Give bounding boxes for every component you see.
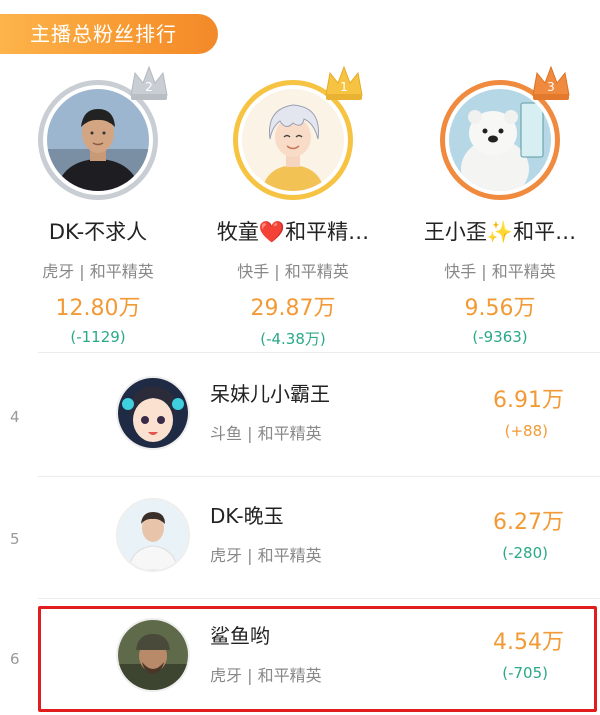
streamer-name: DK-晚玉 [210, 504, 284, 528]
streamer-platform: 虎牙 | 和平精英 [42, 262, 154, 281]
crown-rank-label: 2 [145, 80, 153, 94]
fans-change: (-280) [502, 544, 548, 562]
crown-rank-label: 3 [547, 80, 555, 94]
streamer-name: 牧童❤️和平精… [216, 220, 370, 244]
divider [38, 476, 600, 477]
fans-count: 9.56万 [464, 296, 536, 321]
avatar[interactable]: 3 [440, 65, 570, 200]
streamer-platform: 快手 | 和平精英 [237, 262, 349, 281]
fans-change: (-1129) [70, 328, 126, 346]
avatar[interactable]: 2 [38, 65, 168, 200]
avatar-anime-white-hair-icon [242, 89, 344, 191]
divider [38, 598, 600, 599]
silver-crown-icon: 2 [130, 65, 168, 100]
streamer-platform: 斗鱼 | 和平精英 [210, 424, 322, 443]
avatar-cartoon-girl-icon[interactable] [116, 376, 190, 450]
streamer-name: 呆妹儿小霸王 [210, 382, 330, 406]
fans-count: 6.27万 [493, 510, 564, 535]
ranking-title-tab: 主播总粉丝排行 [0, 14, 218, 54]
bronze-crown-icon: 3 [532, 65, 570, 100]
streamer-platform: 虎牙 | 和平精英 [210, 546, 322, 565]
streamer-name: DK-不求人 [48, 220, 148, 244]
avatar[interactable]: 1 [233, 65, 363, 200]
list-item[interactable]: 5 DK-晚玉 虎牙 | 和平精英 6.27万 (-280) [0, 480, 600, 598]
rank-number: 4 [10, 408, 20, 426]
fans-count: 12.80万 [55, 296, 141, 321]
fans-change: (-9363) [472, 328, 528, 346]
top-streamer-card-rank-3[interactable]: 3 王小歪✨和平… 快手 | 和平精英 9.56万 (-9363) [400, 65, 600, 346]
fans-count: 29.87万 [250, 296, 336, 321]
top3-podium: 2 DK-不求人 虎牙 | 和平精英 12.80万 (-1129) 1 牧童❤️… [0, 65, 600, 348]
highlight-box [38, 606, 597, 712]
avatar-man-white-shirt-icon[interactable] [116, 498, 190, 572]
fans-count: 6.91万 [493, 388, 564, 413]
crown-rank-label: 1 [340, 80, 348, 94]
rank-number: 6 [10, 650, 20, 668]
gold-crown-icon: 1 [325, 65, 363, 100]
list-item[interactable]: 4 呆妹儿小霸王 斗鱼 | 和平精英 6.91万 (+88) [0, 358, 600, 476]
avatar-polar-bear-icon [449, 89, 551, 191]
top-streamer-card-rank-1[interactable]: 1 牧童❤️和平精… 快手 | 和平精英 29.87万 (-4.38万) [193, 65, 393, 349]
streamer-name: 王小歪✨和平… [423, 220, 577, 244]
avatar-man-dark-shirt-icon [47, 89, 149, 191]
fans-change: (+88) [504, 422, 548, 440]
streamer-platform: 快手 | 和平精英 [444, 262, 556, 281]
divider [38, 352, 600, 353]
fans-change: (-4.38万) [260, 330, 326, 348]
rank-number: 5 [10, 530, 20, 548]
top-streamer-card-rank-2[interactable]: 2 DK-不求人 虎牙 | 和平精英 12.80万 (-1129) [0, 65, 198, 346]
